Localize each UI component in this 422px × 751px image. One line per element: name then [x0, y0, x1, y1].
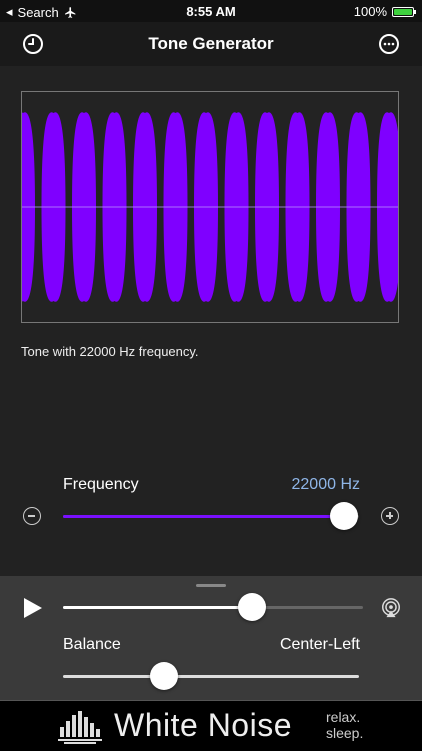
playback-slider-fill [63, 606, 252, 609]
balance-slider-thumb[interactable] [149, 662, 178, 690]
frequency-slider[interactable] [63, 502, 359, 530]
panel-grabber[interactable] [196, 584, 226, 587]
equalizer-logo-icon [58, 711, 102, 744]
minus-circle-icon [28, 515, 35, 517]
waveform-graphic [22, 112, 398, 302]
ad-banner[interactable]: White Noise relax. sleep. [0, 700, 422, 751]
battery-percent: 100% [353, 4, 387, 19]
play-icon[interactable] [22, 596, 44, 620]
tone-description: Tone with 22000 Hz frequency. [21, 344, 199, 359]
frequency-label: Frequency [63, 476, 139, 493]
page-title: Tone Generator [148, 34, 274, 53]
status-bar: ◂ Search 8:55 AM 100% [0, 0, 422, 22]
decrease-frequency-button[interactable] [23, 507, 41, 525]
banner-tagline-line2: sleep. [326, 725, 364, 741]
banner-tagline-line1: relax. [326, 709, 361, 725]
frequency-value: 22000 Hz [291, 476, 361, 493]
waveform-display [21, 91, 399, 323]
banner-title: White Noise [114, 707, 292, 743]
plus-vertical-bar [389, 512, 391, 519]
frequency-slider-fill [63, 515, 345, 518]
increase-frequency-button[interactable] [381, 507, 399, 525]
playback-panel: Balance Center-Left [0, 576, 422, 700]
balance-value: Center-Left [279, 636, 360, 653]
banner-tagline: relax. sleep. [326, 709, 363, 741]
playback-slider[interactable] [63, 593, 363, 621]
frequency-slider-thumb[interactable] [330, 502, 359, 530]
airplay-icon[interactable] [380, 597, 402, 619]
status-battery: 100% [353, 4, 416, 19]
balance-slider-track [63, 675, 359, 678]
balance-label: Balance [63, 636, 121, 653]
playback-slider-thumb[interactable] [238, 593, 266, 621]
nav-bar: Tone Generator [0, 22, 422, 66]
main-content: Tone with 22000 Hz frequency. Frequency … [0, 66, 422, 576]
ellipsis-icon[interactable] [377, 32, 401, 56]
battery-icon [392, 6, 416, 17]
balance-slider[interactable] [63, 662, 359, 690]
